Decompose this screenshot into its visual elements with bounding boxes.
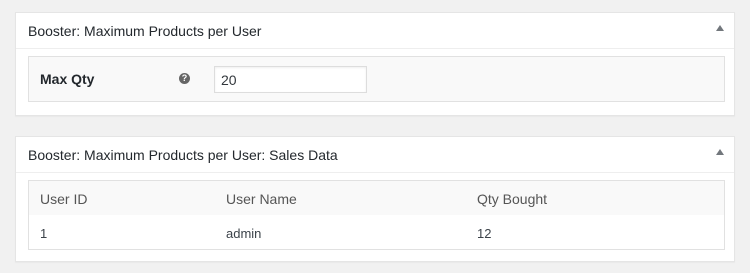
sales-data-panel: Booster: Maximum Products per User: Sale… <box>15 136 735 262</box>
max-qty-label: Max Qty <box>40 71 95 87</box>
panel-header[interactable]: Booster: Maximum Products per User: Sale… <box>16 137 734 173</box>
sales-data-table: User ID User Name Qty Bought 1 admin 12 <box>28 180 725 250</box>
cell-user-id: 1 <box>40 226 48 241</box>
panel-title: Booster: Maximum Products per User <box>28 23 262 39</box>
collapse-toggle-icon[interactable] <box>716 25 724 31</box>
max-products-per-user-panel: Booster: Maximum Products per User Max Q… <box>15 12 735 116</box>
column-header-qty-bought: Qty Bought <box>477 191 548 207</box>
collapse-toggle-icon[interactable] <box>716 149 724 155</box>
max-qty-input[interactable] <box>214 66 367 93</box>
column-header-user-name: User Name <box>226 191 297 207</box>
column-header-user-id: User ID <box>40 191 88 207</box>
help-icon[interactable]: ? <box>179 73 190 84</box>
table-row: 1 admin 12 <box>29 215 724 249</box>
settings-row: Max Qty ? <box>28 56 725 102</box>
panel-header[interactable]: Booster: Maximum Products per User <box>16 13 734 49</box>
cell-user-name: admin <box>226 226 262 241</box>
panel-title: Booster: Maximum Products per User: Sale… <box>28 147 338 163</box>
table-header-row: User ID User Name Qty Bought <box>29 181 724 215</box>
cell-qty-bought: 12 <box>477 226 492 241</box>
